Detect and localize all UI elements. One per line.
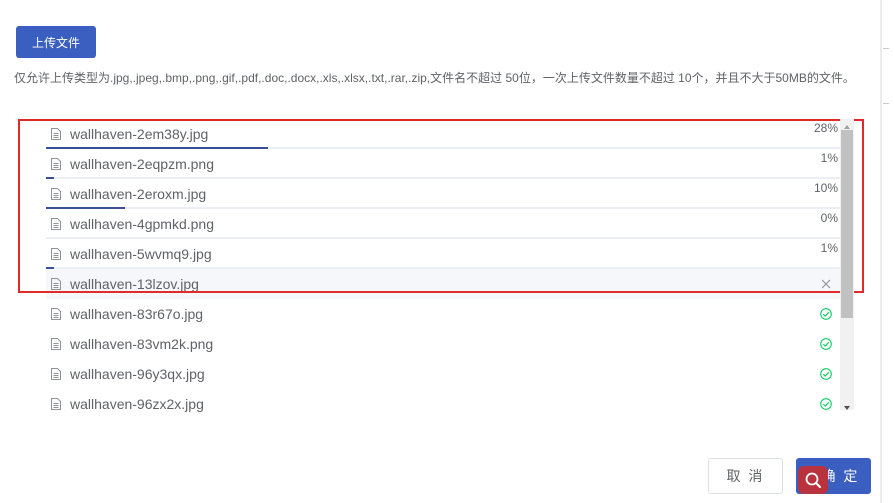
edge-tick xyxy=(883,48,889,49)
scrollbar-thumb[interactable] xyxy=(841,130,853,318)
check-circle-icon xyxy=(820,338,832,350)
file-name: wallhaven-96zx2x.jpg xyxy=(70,396,204,412)
upload-percent: 0% xyxy=(820,211,838,225)
file-name: wallhaven-2em38y.jpg xyxy=(70,126,209,142)
file-name: wallhaven-83r67o.jpg xyxy=(70,306,204,322)
check-circle-icon xyxy=(820,368,832,380)
file-name: wallhaven-96y3qx.jpg xyxy=(70,366,205,382)
file-name: wallhaven-2eroxm.jpg xyxy=(70,186,207,202)
file-list-item[interactable]: wallhaven-13lzov.jpg xyxy=(46,269,840,299)
file-list-item[interactable]: wallhaven-4gpmkd.png 0% xyxy=(46,209,840,239)
file-name: wallhaven-83vm2k.png xyxy=(70,336,214,352)
close-icon[interactable] xyxy=(820,278,832,290)
file-list-item[interactable]: wallhaven-2eqpzm.png 1% xyxy=(46,149,840,179)
document-icon xyxy=(51,158,61,170)
document-icon xyxy=(51,338,61,350)
document-icon xyxy=(51,308,61,320)
document-icon xyxy=(51,128,61,140)
upload-file-button[interactable]: 上传文件 xyxy=(16,26,96,58)
cancel-button[interactable]: 取 消 xyxy=(708,458,783,494)
document-icon xyxy=(51,278,61,290)
file-list-item[interactable]: wallhaven-83r67o.jpg xyxy=(46,299,840,329)
file-list-item[interactable]: wallhaven-96zx2x.jpg xyxy=(46,389,840,419)
edge-tick xyxy=(883,103,889,104)
file-name: wallhaven-5wvmq9.jpg xyxy=(70,246,212,262)
upload-percent: 1% xyxy=(820,241,838,255)
upload-percent: 10% xyxy=(813,181,838,195)
scroll-up-arrow-icon[interactable] xyxy=(840,119,854,129)
check-circle-icon xyxy=(820,308,832,320)
document-icon xyxy=(51,398,61,410)
file-list: wallhaven-2em38y.jpg 28% wallhaven-2eqpzm.… xyxy=(46,119,840,419)
upload-percent: 28% xyxy=(813,121,838,135)
document-icon xyxy=(51,188,61,200)
file-list-item[interactable]: wallhaven-96y3qx.jpg xyxy=(46,359,840,389)
file-list-item[interactable]: wallhaven-2eroxm.jpg 10% xyxy=(46,179,840,209)
file-name: wallhaven-4gpmkd.png xyxy=(70,216,214,232)
check-circle-icon xyxy=(820,398,832,410)
document-icon xyxy=(51,368,61,380)
file-name: wallhaven-13lzov.jpg xyxy=(70,276,199,292)
document-icon xyxy=(51,248,61,260)
upload-percent: 1% xyxy=(820,151,838,165)
floating-search-icon[interactable] xyxy=(798,466,828,494)
file-name: wallhaven-2eqpzm.png xyxy=(70,156,214,172)
dialog-edge xyxy=(880,0,882,503)
file-list-item[interactable]: wallhaven-5wvmq9.jpg 1% xyxy=(46,239,840,269)
upload-hint-text: 仅允许上传类型为.jpg,.jpeg,.bmp,.png,.gif,.pdf,.… xyxy=(14,71,855,85)
document-icon xyxy=(51,218,61,230)
file-list-scrollbar[interactable] xyxy=(840,119,854,410)
file-list-item[interactable]: wallhaven-2em38y.jpg 28% xyxy=(46,119,840,149)
scroll-down-arrow-icon[interactable] xyxy=(840,400,854,410)
file-list-item[interactable]: wallhaven-83vm2k.png xyxy=(46,329,840,359)
